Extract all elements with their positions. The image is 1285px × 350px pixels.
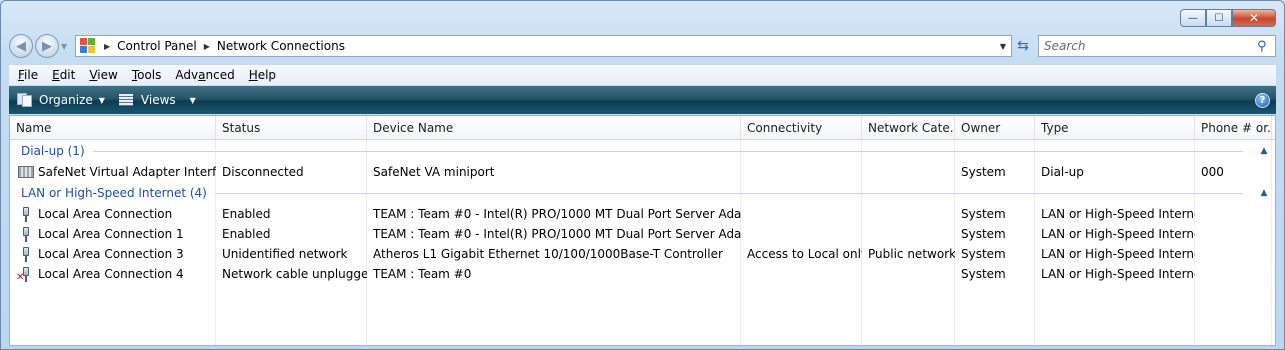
connection-name: Local Area Connection 1 — [38, 227, 184, 241]
group-divider — [214, 192, 1243, 194]
breadcrumb-control-panel[interactable]: Control Panel — [117, 39, 197, 53]
connection-list: Dial-up (1) ▲ SafeNet Virtual Adapter In… — [10, 140, 1275, 284]
maximize-button[interactable]: ☐ — [1206, 9, 1232, 27]
connection-name: Local Area Connection 4 — [38, 267, 184, 281]
explorer-window: — ☐ ✕ ◀ ▶ ▼ ▶ Control Panel ▶ Network Co… — [0, 0, 1285, 350]
command-bar: Organize ▼ Views ▼ ? — [9, 86, 1276, 114]
column-header-status[interactable]: Status — [216, 116, 367, 139]
refresh-button[interactable]: ⇆ — [1012, 38, 1034, 54]
lan-connection-icon — [18, 206, 34, 222]
lan-connection-icon — [18, 246, 34, 262]
connection-device: SafeNet VA miniport — [373, 165, 495, 179]
breadcrumb-separator-icon[interactable]: ▶ — [204, 42, 210, 51]
connection-type: LAN or High-Speed Internet — [1041, 207, 1195, 221]
address-dropdown-icon[interactable]: ▼ — [995, 42, 1011, 51]
control-panel-icon — [80, 38, 96, 54]
column-header-name[interactable]: Name — [10, 116, 216, 139]
collapse-group-icon[interactable]: ▲ — [1253, 146, 1275, 156]
table-row[interactable]: SafeNet Virtual Adapter Interface Discon… — [10, 162, 1275, 182]
help-icon[interactable]: ? — [1255, 92, 1270, 108]
search-icon[interactable]: ⚲ — [1257, 39, 1275, 54]
lan-connection-icon — [18, 226, 34, 242]
connection-owner: System — [961, 247, 1006, 261]
connection-owner: System — [961, 165, 1006, 179]
views-dropdown-icon: ▼ — [189, 95, 196, 105]
connection-status: Disconnected — [222, 165, 304, 179]
dialup-adapter-icon — [18, 166, 34, 178]
minimize-button[interactable]: — — [1180, 9, 1206, 27]
breadcrumb-network-connections[interactable]: Network Connections — [217, 39, 345, 53]
search-input[interactable]: Search ⚲ — [1038, 35, 1276, 57]
connection-connectivity: Access to Local only — [747, 247, 862, 261]
organize-icon — [17, 93, 33, 107]
search-placeholder: Search — [1044, 39, 1086, 53]
connection-type: LAN or High-Speed Internet — [1041, 267, 1195, 281]
recent-pages-dropdown[interactable]: ▼ — [61, 42, 71, 51]
connection-category: Public network — [868, 247, 955, 261]
connection-type: Dial-up — [1041, 165, 1084, 179]
views-label: Views — [140, 93, 176, 107]
connection-status: Unidentified network — [222, 247, 348, 261]
menu-tools[interactable]: Tools — [127, 68, 167, 82]
column-header-type[interactable]: Type — [1035, 116, 1195, 139]
back-button[interactable]: ◀ — [9, 34, 33, 58]
organize-label: Organize — [39, 93, 93, 107]
group-label: Dial-up (1) — [21, 144, 85, 158]
connection-type: LAN or High-Speed Internet — [1041, 227, 1195, 241]
address-bar[interactable]: ▶ Control Panel ▶ Network Connections ▼ — [75, 35, 1012, 57]
table-row[interactable]: Local Area Connection 1 Enabled TEAM : T… — [10, 224, 1275, 244]
navigation-bar: ◀ ▶ ▼ ▶ Control Panel ▶ Network Connecti… — [9, 33, 1276, 59]
connection-device: TEAM : Team #0 - Intel(R) PRO/1000 MT Du… — [373, 207, 741, 221]
connection-name: SafeNet Virtual Adapter Interface — [38, 165, 216, 179]
close-button[interactable]: ✕ — [1232, 9, 1276, 27]
connection-status: Enabled — [222, 227, 271, 241]
menu-bar: File Edit View Tools Advanced Help — [9, 64, 1276, 85]
connection-device: Atheros L1 Gigabit Ethernet 10/100/1000B… — [373, 247, 723, 261]
table-row[interactable]: ✕ Local Area Connection 4 Network cable u… — [10, 264, 1275, 284]
views-icon — [118, 93, 135, 107]
caption-buttons: — ☐ ✕ — [1180, 9, 1276, 27]
organize-dropdown-icon: ▼ — [98, 95, 105, 105]
connection-owner: System — [961, 207, 1006, 221]
menu-help[interactable]: Help — [244, 68, 281, 82]
connection-owner: System — [961, 227, 1006, 241]
menu-edit[interactable]: Edit — [47, 68, 80, 82]
views-button[interactable]: Views ▼ — [113, 93, 202, 107]
menu-advanced[interactable]: Advanced — [170, 68, 239, 82]
connection-type: LAN or High-Speed Internet — [1041, 247, 1195, 261]
connection-device: TEAM : Team #0 - Intel(R) PRO/1000 MT Du… — [373, 227, 741, 241]
group-divider — [92, 150, 1243, 152]
back-arrow-icon: ◀ — [16, 38, 26, 54]
column-headers: Name Status Device Name Connectivity Net… — [10, 116, 1275, 140]
connection-name: Local Area Connection — [38, 207, 173, 221]
table-row[interactable]: Local Area Connection 3 Unidentified net… — [10, 244, 1275, 264]
column-header-device-name[interactable]: Device Name — [367, 116, 741, 139]
connection-owner: System — [961, 267, 1006, 281]
breadcrumb-separator-icon[interactable]: ▶ — [104, 42, 110, 51]
group-header-lan[interactable]: LAN or High-Speed Internet (4) ▲ — [10, 182, 1275, 204]
connection-status: Network cable unplugged — [222, 267, 367, 281]
menu-view[interactable]: View — [84, 68, 122, 82]
collapse-group-icon[interactable]: ▲ — [1253, 188, 1275, 198]
column-header-network-category[interactable]: Network Cate... — [862, 116, 955, 139]
group-header-dialup[interactable]: Dial-up (1) ▲ — [10, 140, 1275, 162]
menu-file[interactable]: File — [13, 68, 43, 82]
file-list-view: Name Status Device Name Connectivity Net… — [9, 115, 1276, 346]
group-label: LAN or High-Speed Internet (4) — [21, 186, 207, 200]
column-header-connectivity[interactable]: Connectivity — [741, 116, 862, 139]
connection-status: Enabled — [222, 207, 271, 221]
table-row[interactable]: Local Area Connection Enabled TEAM : Tea… — [10, 204, 1275, 224]
column-header-owner[interactable]: Owner — [955, 116, 1035, 139]
column-header-phone[interactable]: Phone # or... — [1195, 116, 1272, 139]
connection-phone: 000 — [1201, 165, 1224, 179]
forward-arrow-icon: ▶ — [42, 38, 52, 54]
forward-button[interactable]: ▶ — [35, 34, 59, 58]
connection-device: TEAM : Team #0 — [373, 267, 472, 281]
lan-unplugged-icon: ✕ — [16, 266, 34, 282]
organize-button[interactable]: Organize ▼ — [11, 93, 111, 107]
connection-name: Local Area Connection 3 — [38, 247, 184, 261]
